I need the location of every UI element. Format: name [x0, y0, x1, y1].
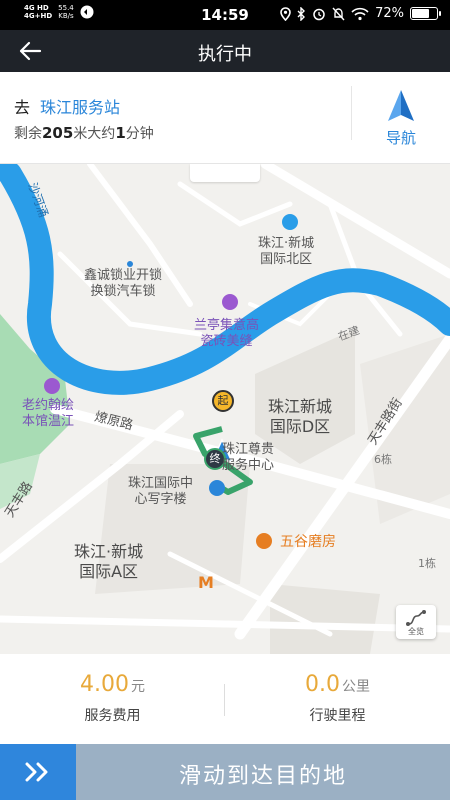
service-fee-caption: 服务费用	[84, 708, 141, 724]
map-label-service: 珠江尊贵 服务中心	[222, 442, 274, 474]
poi-north-dot	[282, 214, 298, 230]
distance-stat: 0.0 公里 行驶里程	[225, 672, 450, 725]
start-marker-label: 起	[217, 394, 229, 407]
start-marker: 起	[212, 390, 234, 412]
map-label-d-zone-text: 珠江新城 国际D区	[268, 397, 333, 436]
map-label-office-text: 珠江国际中 心写字楼	[128, 476, 194, 507]
destination-prefix: 去	[14, 98, 31, 117]
network-indicator: 4G HD 4G+HD	[24, 4, 52, 20]
map-label-office: 珠江国际中 心写字楼	[128, 476, 193, 508]
battery-fill	[412, 9, 429, 18]
status-right: 72%	[280, 6, 441, 21]
block-lower-right	[270, 584, 380, 654]
slider-handle[interactable]	[0, 744, 76, 800]
map-label-locksmith-text: 鑫诚锁业开锁 换锁汽车锁	[84, 268, 163, 299]
notification-icon	[80, 5, 94, 19]
map-label-shop1-text: 兰亭集意高 瓷砖美缝	[194, 318, 260, 349]
network-2: 4G+HD	[24, 12, 53, 20]
service-fee-unit: 元	[130, 679, 145, 695]
alarm-icon	[313, 8, 325, 20]
map-label-shop2-text: 老约翰绘 本馆温江	[22, 398, 75, 429]
speed-value: 55.4	[58, 4, 74, 12]
slide-to-arrive[interactable]: 滑动到达目的地	[0, 744, 450, 800]
map-label-a-zone: 珠江·新城 国际A区	[74, 542, 143, 582]
river-top	[0, 164, 19, 183]
wifi-icon	[351, 7, 369, 20]
map-top-handle[interactable]	[190, 164, 260, 182]
navigation-arrow-icon	[388, 90, 414, 121]
map-label-bldg6: 6栋	[374, 452, 392, 468]
map-label-north: 珠江·新城 国际北区	[258, 236, 314, 268]
poi-shop1-dot	[222, 294, 238, 310]
destination-line: 去珠江服务站	[14, 94, 120, 118]
poi-office-dot	[209, 480, 225, 496]
poi-restaurant-dot	[256, 533, 272, 549]
service-fee-value: 4.00	[80, 672, 129, 697]
distance-caption: 行驶里程	[309, 708, 366, 724]
map-label-bldg1: 1栋	[418, 556, 436, 572]
status-bar: 4G HD 4G+HD 55.4 KB/s 14:59 72%	[0, 0, 450, 30]
slider-label: 滑动到达目的地	[178, 764, 347, 789]
map-label-a-zone-text: 珠江·新城 国际A区	[74, 542, 144, 581]
map-label-north-text: 珠江·新城 国际北区	[258, 236, 315, 267]
network-speed: 55.4 KB/s	[58, 4, 74, 20]
double-chevron-right-icon	[25, 762, 48, 782]
battery-icon	[410, 7, 441, 20]
trip-stats: 4.00 元 服务费用 0.0 公里 行驶里程	[0, 654, 450, 744]
fullview-button[interactable]: 全览	[396, 605, 436, 639]
divider	[351, 86, 352, 140]
service-fee-stat: 4.00 元 服务费用	[0, 672, 225, 725]
mute-icon	[332, 7, 345, 20]
remain-distance-unit: 米大约	[73, 126, 116, 142]
remaining-info: 剩余205米大约1分钟	[14, 123, 154, 143]
title-bar: 执行中	[0, 30, 450, 72]
bluetooth-icon	[297, 6, 306, 21]
remain-minutes: 1	[115, 124, 126, 142]
remain-minutes-unit: 分钟	[125, 126, 154, 142]
status-left: 4G HD 4G+HD 55.4 KB/s	[24, 4, 94, 20]
destination-card: 去珠江服务站 剩余205米大约1分钟 导航	[0, 72, 450, 164]
map-label-shop1: 兰亭集意高 瓷砖美缝	[194, 318, 259, 350]
remain-distance: 205	[42, 124, 74, 142]
distance-unit: 公里	[342, 679, 370, 695]
end-marker-label: 终	[209, 452, 221, 465]
map-label-bldg1-text: 1栋	[418, 557, 436, 570]
speed-unit: KB/s	[58, 12, 74, 20]
map-label-d-zone: 珠江新城 国际D区	[268, 397, 332, 437]
navigate-label: 导航	[385, 129, 416, 147]
location-icon	[280, 6, 291, 21]
map-label-service-text: 珠江尊贵 服务中心	[222, 442, 275, 473]
page-title: 执行中	[198, 44, 252, 65]
destination-name: 珠江服务站	[40, 98, 121, 117]
poi-locksmith-dot	[127, 261, 133, 267]
map-label-shop2: 老约翰绘 本馆温江	[22, 398, 74, 430]
distance-value: 0.0	[305, 672, 340, 697]
map-label-restaurant: 五谷磨房	[280, 534, 336, 550]
river	[0, 164, 450, 395]
map-label-locksmith: 鑫诚锁业开锁 换锁汽车锁	[84, 268, 162, 300]
remain-prefix: 剩余	[14, 126, 42, 142]
fullview-label: 全览	[408, 627, 424, 636]
map-view[interactable]: M 起 终 沙河涌 珠江·新城 国际北区 鑫诚锁业开锁 换锁汽车锁 兰亭集意高 …	[0, 164, 450, 654]
mcdonalds-icon: M	[198, 573, 214, 592]
network-1: 4G HD	[24, 4, 49, 12]
map-label-bldg6-text: 6栋	[374, 453, 392, 466]
poi-shop2-dot	[44, 378, 60, 394]
battery-percent: 72%	[375, 6, 404, 21]
map-label-restaurant-text: 五谷磨房	[280, 534, 336, 550]
navigate-button[interactable]: 导航	[362, 88, 440, 154]
